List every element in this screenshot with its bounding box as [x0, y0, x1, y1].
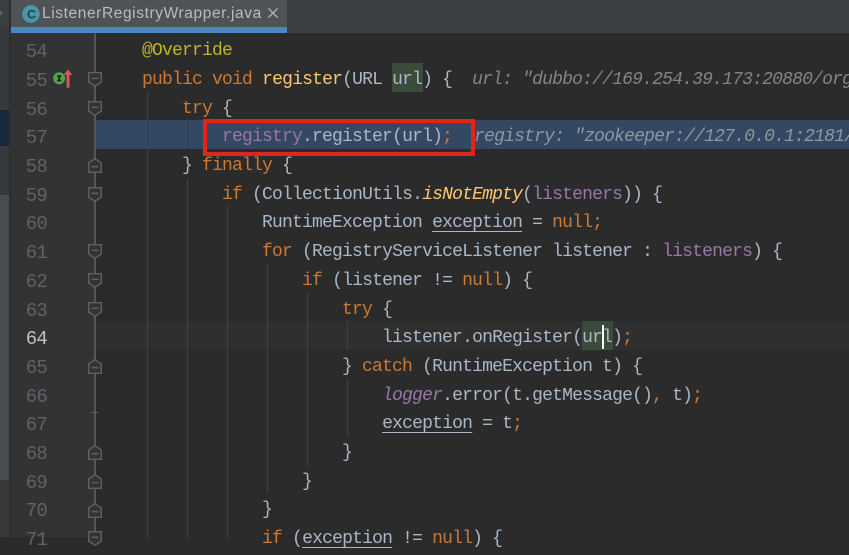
svg-text:C: C: [27, 7, 36, 21]
